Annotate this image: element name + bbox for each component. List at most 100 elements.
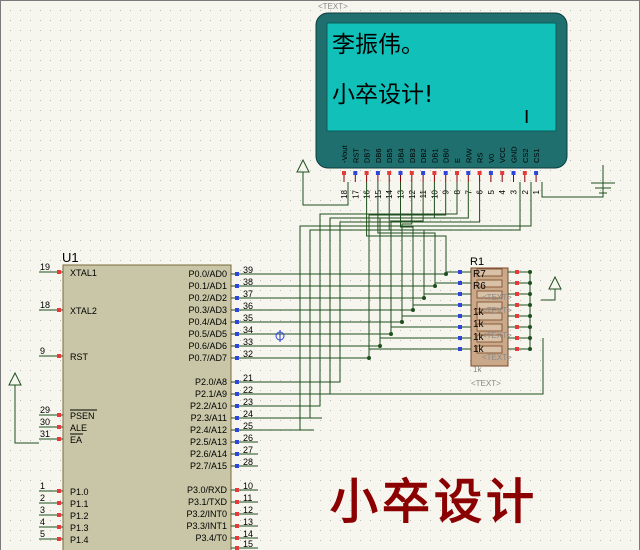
- lcd-pin-name: CS1: [532, 148, 541, 163]
- mcu-left-pin-label: EA: [70, 435, 82, 445]
- rpack-pin-left: [458, 314, 462, 318]
- rpack-pin-right: [515, 281, 519, 285]
- mcu-right-pin-label: P2.2/A10: [190, 401, 227, 411]
- lcd-pin-marker: [511, 171, 516, 175]
- mcu-right-pin-number: 25: [243, 421, 253, 431]
- mcu-right-pin-marker: [235, 452, 239, 456]
- mcu-left-pin-number: 31: [40, 429, 50, 439]
- junction: [411, 308, 415, 312]
- lcd-pin-number: 1: [532, 189, 541, 194]
- schematic-svg[interactable]: <TEXT> 李振伟。 小卒设计! I -Vout18RST17DB716DB6…: [0, 0, 640, 550]
- schematic-canvas[interactable]: <TEXT> 李振伟。 小卒设计! I -Vout 18 RST 17 DB7 16 DB6…: [0, 0, 640, 550]
- mcu-left-pin-number: 1: [40, 481, 45, 491]
- rpack-pin-left: [458, 292, 462, 296]
- rpack-pin-right: [515, 347, 519, 351]
- mcu-right-pin-number: 34: [243, 325, 253, 335]
- mcu-right-pin-marker: [235, 500, 239, 504]
- mcu-right-pin-number: 38: [243, 277, 253, 287]
- lcd-pin-marker: [342, 171, 346, 175]
- rpack-pin-right: [515, 303, 519, 307]
- mcu-right-pin-number: 36: [243, 301, 253, 311]
- mcu-left-pin-number: 4: [40, 517, 45, 527]
- lcd-pin-name: DB0: [442, 148, 451, 163]
- lcd-pin-marker: [398, 171, 403, 175]
- mcu-right-pin-marker: [235, 344, 239, 348]
- mcu-right-pin-label: P0.4/AD4: [188, 317, 227, 327]
- mcu-left-pin-label: P1.1: [70, 499, 89, 509]
- lcd-pin-marker: [477, 171, 482, 175]
- mcu-right-pin-number: 23: [243, 397, 253, 407]
- mcu-right-pin-label: P0.5/AD5: [188, 329, 227, 339]
- rpack-pin-left: [458, 325, 462, 329]
- mcu-left-pin-label: P1.3: [70, 523, 89, 533]
- mcu-right-pin-marker: [235, 416, 239, 420]
- mcu-right-pin-number: 28: [243, 457, 253, 467]
- junction: [389, 332, 393, 336]
- mcu-right-pin-label: P2.3/A11: [191, 413, 227, 423]
- mcu-left-pin-label: XTAL2: [70, 306, 97, 316]
- junction: [433, 284, 437, 288]
- rpack-bottom-label: 1k: [473, 365, 482, 374]
- mcu-left-pin-number: 9: [40, 346, 45, 356]
- mcu-right-pin-label: P3.2/INT0: [186, 509, 227, 519]
- lcd-pin-name: CS2: [521, 148, 530, 163]
- mcu-right-pin-marker: [235, 512, 239, 516]
- watermark-title: 小卒设计: [330, 474, 538, 530]
- mcu-right-pin-number: 37: [243, 289, 253, 299]
- mcu-right-pin-label: P3.3/INT1: [186, 521, 227, 531]
- rpack-pin-left: [458, 303, 462, 307]
- lcd-pin-marker: [421, 171, 426, 175]
- mcu-left-pin-marker: [57, 425, 61, 429]
- mcu-name: U1: [62, 250, 79, 265]
- mcu-right-pin-marker: [235, 440, 239, 444]
- rpack-pin-right: [515, 270, 519, 274]
- rpack-text-tag: <TEXT>: [482, 306, 512, 315]
- lcd-pin-name: VCC: [498, 147, 507, 163]
- mcu-right-pin-label: P0.3/AD3: [188, 305, 227, 315]
- lcd-pin-marker: [364, 171, 369, 175]
- mcu-left-pin-label: P1.4: [70, 535, 89, 545]
- lcd-pin-name: DB6: [374, 148, 383, 163]
- lcd-pin-marker: [409, 171, 414, 175]
- mcu-right-pin-number: 27: [243, 445, 253, 455]
- mcu-right-pin-label: P0.6/AD6: [188, 341, 227, 351]
- mcu-right-pin-label: P2.1/A9: [195, 389, 227, 399]
- rpack-name: R1: [470, 256, 484, 268]
- mcu-right-pin-marker: [235, 464, 239, 468]
- mcu-right-pin-number: 10: [243, 481, 253, 491]
- mcu-right-pin-label: P2.6/A14: [190, 449, 227, 459]
- mcu-left-pin-marker: [57, 489, 61, 493]
- mcu-right-pin-label: P0.2/AD2: [188, 293, 227, 303]
- mcu-right-pin-label: P3.4/T0: [195, 533, 227, 543]
- mcu-left-pin-marker: [57, 513, 61, 517]
- mcu-right-pin-marker: [235, 296, 239, 300]
- mcu-right-pin-marker: [235, 536, 239, 540]
- mcu-right-pin-marker: [235, 392, 239, 396]
- rpack-label: 1k: [473, 319, 485, 330]
- mcu-left-pin-number: 5: [40, 529, 45, 539]
- mcu-left-pin-marker: [57, 537, 61, 541]
- mcu-right-pin-number: 24: [243, 409, 253, 419]
- lcd-pin-marker: [455, 171, 459, 175]
- mcu-8051[interactable]: U1 19 XTAL1 18 XTAL2 9 RST 29 PSEN 30 ALE 31 EA 1 P1.…: [39, 250, 258, 550]
- mcu-left-pin-marker: [57, 437, 61, 441]
- mcu-right-pin-number: 13: [243, 517, 253, 527]
- lcd-pin-name: DB5: [385, 148, 394, 163]
- lcd-pin-marker: [387, 171, 392, 175]
- mcu-right-pin-marker: [235, 332, 239, 336]
- mcu-right-pin-marker: [235, 272, 239, 276]
- lcd-pin-marker: [522, 171, 527, 175]
- mcu-left-pin-label: XTAL1: [70, 268, 97, 278]
- mcu-left-pin-marker: [57, 413, 61, 417]
- lcd-line-2: 小卒设计!: [332, 82, 433, 108]
- lcd-pin-name: GND: [510, 146, 519, 163]
- lcd-pin-name: -Vout: [340, 145, 349, 163]
- mcu-right-pin-number: 12: [243, 505, 253, 515]
- lcd-pin-number: 3: [510, 189, 519, 194]
- mcu-left-pin-marker: [57, 270, 61, 274]
- lcd-pin-name: DB3: [408, 148, 417, 163]
- mcu-right-pin-label: P3.0/RXD: [187, 485, 228, 495]
- lcd-pin-marker: [466, 171, 471, 175]
- lcd-pin-number: 5: [487, 189, 496, 194]
- mcu-left-pin-number: 18: [40, 300, 50, 310]
